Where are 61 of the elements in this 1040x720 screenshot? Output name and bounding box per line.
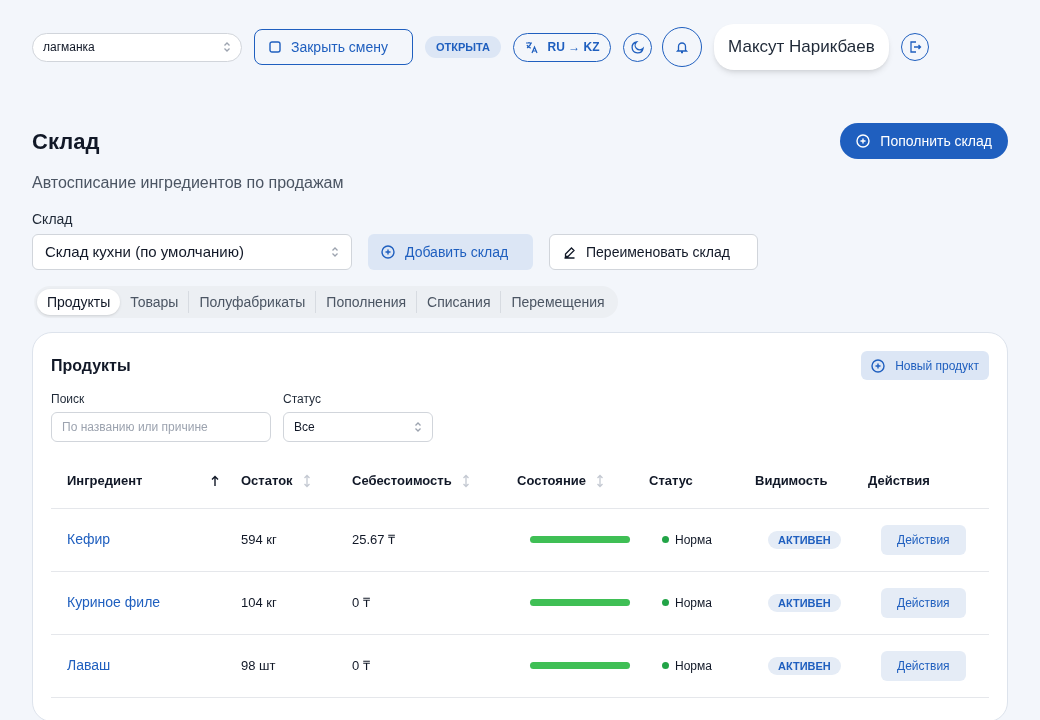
actions-button[interactable]: Действия <box>881 524 966 555</box>
plus-circle-icon <box>381 245 395 259</box>
cost-cell: 0 ₸ <box>352 657 370 673</box>
status-text: Норма <box>675 594 712 612</box>
rename-warehouse-button[interactable]: Переименовать склад <box>549 234 758 270</box>
chevron-icon <box>331 246 339 258</box>
tab[interactable]: Продукты <box>37 289 121 315</box>
square-icon <box>269 41 281 53</box>
status-text: Норма <box>675 531 712 549</box>
column-header: Видимость <box>755 472 828 490</box>
visibility-badge: АКТИВЕН <box>768 593 841 612</box>
status-label: Статус <box>283 391 322 408</box>
status-text: Норма <box>675 657 712 675</box>
chevron-icon <box>414 421 422 433</box>
translate-icon <box>524 40 538 54</box>
warehouse-label: Склад <box>31 210 74 229</box>
bell-icon <box>675 40 690 54</box>
user-name[interactable]: Максут Нарикбаев <box>714 24 889 70</box>
location-select[interactable]: лагманка <box>32 32 242 62</box>
card-title: Продукты <box>51 355 131 376</box>
search-field[interactable]: По названию или причине <box>51 412 271 442</box>
chevron-icon <box>223 41 231 53</box>
status-select[interactable]: Все <box>283 412 433 442</box>
stock-cell: 98 шт <box>241 657 276 673</box>
warehouse-select[interactable]: Склад кухни (по умолчанию) <box>32 234 352 270</box>
stock-cell: 104 кг <box>241 594 277 610</box>
add-warehouse-button[interactable]: Добавить склад <box>368 234 533 270</box>
page-subtitle: Автосписание ингредиентов по продажам <box>31 173 345 193</box>
visibility-badge: АКТИВЕН <box>768 530 841 549</box>
tab[interactable]: Полуфабрикаты <box>189 289 316 315</box>
plus-circle-icon <box>871 358 886 373</box>
moon-icon <box>630 40 645 54</box>
plus-circle-icon <box>856 134 871 148</box>
actions-button[interactable]: Действия <box>881 650 966 681</box>
column-header: Действия <box>868 472 930 490</box>
logout-icon <box>907 40 922 54</box>
edit-icon <box>563 245 576 259</box>
cost-cell: 0 ₸ <box>352 594 370 610</box>
column-header: Себестоимость <box>352 472 452 490</box>
new-product-button[interactable]: Новый продукт <box>861 351 989 380</box>
visibility-badge: АКТИВЕН <box>768 656 841 675</box>
stock-cell: 594 кг <box>241 531 277 547</box>
page-title: Склад <box>32 127 100 156</box>
cost-cell: 25.67 ₸ <box>352 531 396 547</box>
column-header: Остаток <box>241 472 293 490</box>
tab[interactable]: Пополнения <box>316 289 417 315</box>
close-shift-button[interactable]: Закрыть смену <box>254 29 413 65</box>
tab[interactable]: Перемещения <box>501 289 615 315</box>
ingredient-link[interactable]: Лаваш <box>67 657 111 673</box>
actions-button[interactable]: Действия <box>881 587 966 618</box>
column-header: Ингредиент <box>67 472 143 490</box>
shift-status-badge: ОТКРЫТА <box>425 35 502 59</box>
tab[interactable]: Списания <box>417 289 501 315</box>
search-label: Поиск <box>51 391 86 408</box>
sort-up-icon[interactable] <box>210 474 220 487</box>
column-header: Состояние <box>517 472 586 490</box>
tab[interactable]: Товары <box>120 289 189 315</box>
ingredient-link[interactable]: Кефир <box>67 531 111 547</box>
replenish-button[interactable]: Пополнить склад <box>840 123 1008 159</box>
column-header: Статус <box>649 472 693 490</box>
ingredient-link[interactable]: Куриное филе <box>67 594 161 610</box>
